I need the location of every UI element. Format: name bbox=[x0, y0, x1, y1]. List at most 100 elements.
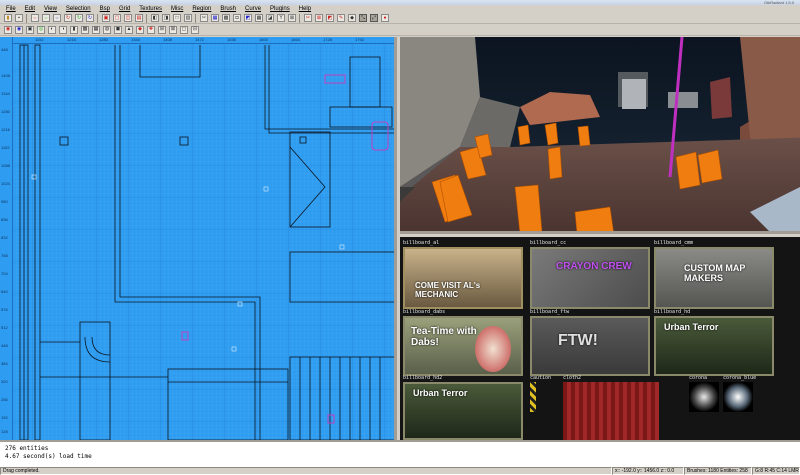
menu-brush[interactable]: Brush bbox=[220, 6, 236, 12]
texture-tile[interactable]: billboard_cmm CUSTOM MAP MAKERS bbox=[654, 240, 776, 312]
drag-icon[interactable]: ✎ bbox=[337, 14, 345, 22]
console-line: 276 entities bbox=[5, 445, 49, 452]
texture-label: caution bbox=[530, 375, 552, 381]
menu-view[interactable]: View bbox=[44, 6, 57, 12]
texture-tile[interactable]: billboard_cc CRAYON CREW bbox=[530, 240, 652, 312]
select-mode-icon[interactable]: ⤢ bbox=[370, 14, 378, 22]
texture-thumbnail: FTW! bbox=[530, 316, 650, 376]
rotate-icon[interactable]: ⊠ bbox=[315, 14, 323, 22]
menu-curve[interactable]: Curve bbox=[245, 6, 261, 12]
select-partial-tall-icon[interactable]: ◫ bbox=[124, 14, 132, 22]
menu-plugins[interactable]: Plugins bbox=[270, 6, 290, 12]
cylinder-icon[interactable]: ▮ bbox=[70, 25, 78, 34]
select-all-icon[interactable]: ⊟ bbox=[191, 25, 199, 34]
ruler-label: 1280 bbox=[99, 37, 108, 42]
capped-icon[interactable]: ◎ bbox=[37, 25, 45, 34]
endcap-icon[interactable]: ◑ bbox=[59, 25, 67, 34]
thicken-icon[interactable]: ⊠ bbox=[169, 25, 177, 34]
rotate-z-icon[interactable]: ↻ bbox=[86, 14, 94, 22]
texture-label: billboard_cc bbox=[530, 240, 567, 246]
bulb-icon[interactable]: ● bbox=[381, 14, 389, 22]
texture-tile[interactable]: billboard_ftw FTW! bbox=[530, 309, 652, 379]
save-icon[interactable]: ▪ bbox=[15, 14, 23, 22]
texture-tile[interactable]: corona bbox=[689, 375, 723, 415]
texture-tile[interactable]: billboard_al COME VISIT AL's MECHANIC bbox=[403, 240, 525, 312]
ruler-label: 1216 bbox=[67, 37, 76, 42]
csg-subtract-icon[interactable]: ◧ bbox=[151, 14, 159, 22]
ruler-label: 512 bbox=[1, 325, 8, 330]
change-view-icon[interactable]: ▦ bbox=[211, 14, 219, 22]
entities-icon[interactable]: ▦ bbox=[255, 14, 263, 22]
vertex-icon[interactable]: ⊠ bbox=[288, 14, 296, 22]
toolbar-separator bbox=[299, 13, 300, 23]
texture-caption: COME VISIT AL's MECHANIC bbox=[415, 281, 481, 299]
texture-thumbnail: CUSTOM MAP MAKERS bbox=[654, 247, 774, 309]
dense-icon[interactable]: ▩ bbox=[81, 25, 89, 34]
square-icon[interactable]: ◍ bbox=[103, 25, 111, 34]
texture-tile[interactable]: caution bbox=[530, 375, 560, 440]
matrix-icon[interactable]: ◼ bbox=[114, 25, 122, 34]
texture-label: corona_blue bbox=[723, 375, 757, 381]
select-complete-tall-icon[interactable]: ▣ bbox=[102, 14, 110, 22]
menu-grid[interactable]: Grid bbox=[119, 6, 130, 12]
texture-tile[interactable]: corona_blue bbox=[723, 375, 757, 415]
console-line: 4.67 second(s) load time bbox=[5, 453, 92, 460]
menu-bsp[interactable]: Bsp bbox=[100, 6, 110, 12]
rotate-x-icon[interactable]: ↻ bbox=[64, 14, 72, 22]
translate-icon[interactable]: ✂ bbox=[304, 14, 312, 22]
select-inside-icon[interactable]: ▤ bbox=[135, 14, 143, 22]
texture-lock-icon[interactable]: ▩ bbox=[222, 14, 230, 22]
main-toolbar: ▮ ▪ ⇔ ⇔ ⇔ ↻ ↻ ↻ ▣ ▢ ◫ ▤ ◧ ◨ □ ▥ ✂ ▦ ▩ ◘ … bbox=[0, 13, 800, 24]
plugin-icon[interactable]: ◆ bbox=[348, 14, 356, 22]
menu-region[interactable]: Region bbox=[192, 6, 211, 12]
ctrl-icon[interactable]: ◉ bbox=[15, 25, 23, 34]
bob-icon[interactable]: ◉ bbox=[4, 25, 12, 34]
texture-tile[interactable]: cloth2 bbox=[563, 375, 685, 440]
open-icon[interactable]: ▮ bbox=[4, 14, 12, 22]
brush-icon[interactable]: Y bbox=[277, 14, 285, 22]
inverted-icon[interactable]: ⊞ bbox=[158, 25, 166, 34]
menu-help[interactable]: Help bbox=[299, 6, 311, 12]
cap-icon[interactable]: ◻ bbox=[180, 25, 188, 34]
menu-misc[interactable]: Misc bbox=[171, 6, 183, 12]
texture-tile[interactable]: billboard_dabs Tea-Time with Dabs! bbox=[403, 309, 525, 379]
menu-selection[interactable]: Selection bbox=[66, 6, 91, 12]
flip-y-icon[interactable]: ⇔ bbox=[42, 14, 50, 22]
csg-merge-icon[interactable]: ◨ bbox=[162, 14, 170, 22]
xy-viewport[interactable]: 448 1408 1344 1280 1216 1152 1088 1024 9… bbox=[0, 37, 397, 440]
make-room-icon[interactable]: ▥ bbox=[184, 14, 192, 22]
menu-textures[interactable]: Textures bbox=[139, 6, 162, 12]
camera-icon[interactable]: ◘ bbox=[233, 14, 241, 22]
camera-viewport[interactable] bbox=[400, 37, 800, 234]
texture-tile[interactable]: billboard_hd Urban Terror bbox=[654, 309, 776, 379]
scale-icon[interactable]: ◩ bbox=[326, 14, 334, 22]
bevel-icon[interactable]: ◐ bbox=[48, 25, 56, 34]
cube-clip-icon[interactable]: ◩ bbox=[244, 14, 252, 22]
xy-ruler-vertical: 448 1408 1344 1280 1216 1152 1088 1024 9… bbox=[0, 37, 13, 440]
ruler-label: 1344 bbox=[1, 91, 10, 96]
menu-edit[interactable]: Edit bbox=[25, 6, 35, 12]
flip-x-icon[interactable]: ⇔ bbox=[31, 14, 39, 22]
redisperse-icon[interactable]: ✚ bbox=[147, 25, 155, 34]
ruler-label: 1792 bbox=[355, 37, 364, 42]
resize-icon[interactable]: ⤡ bbox=[359, 14, 367, 22]
texture-browser[interactable]: billboard_al COME VISIT AL's MECHANIC bi… bbox=[400, 237, 800, 440]
patch-icon[interactable]: ◪ bbox=[266, 14, 274, 22]
very-dense-icon[interactable]: ▦ bbox=[92, 25, 100, 34]
select-touching-icon[interactable]: ▢ bbox=[113, 14, 121, 22]
make-hollow-icon[interactable]: □ bbox=[173, 14, 181, 22]
menu-file[interactable]: File bbox=[6, 6, 16, 12]
ruler-label: 448 bbox=[1, 47, 8, 52]
texture-thumbnail bbox=[530, 382, 536, 412]
ruler-label: 384 bbox=[1, 361, 8, 366]
ruler-label: 448 bbox=[1, 343, 8, 348]
weld-icon[interactable]: ▲ bbox=[125, 25, 133, 34]
texture-thumbnail: Tea-Time with Dabs! bbox=[403, 316, 523, 376]
rotate-y-icon[interactable]: ↻ bbox=[75, 14, 83, 22]
texture-tile[interactable]: billboard_hd2 Urban Terror bbox=[403, 375, 525, 440]
tex-fit-icon[interactable]: ▣ bbox=[26, 25, 34, 34]
clipper-icon[interactable]: ✂ bbox=[200, 14, 208, 22]
drop-icon[interactable]: ◆ bbox=[136, 25, 144, 34]
status-grid: G:8 R:45 C:14 LMR bbox=[752, 467, 800, 475]
flip-z-icon[interactable]: ⇔ bbox=[53, 14, 61, 22]
